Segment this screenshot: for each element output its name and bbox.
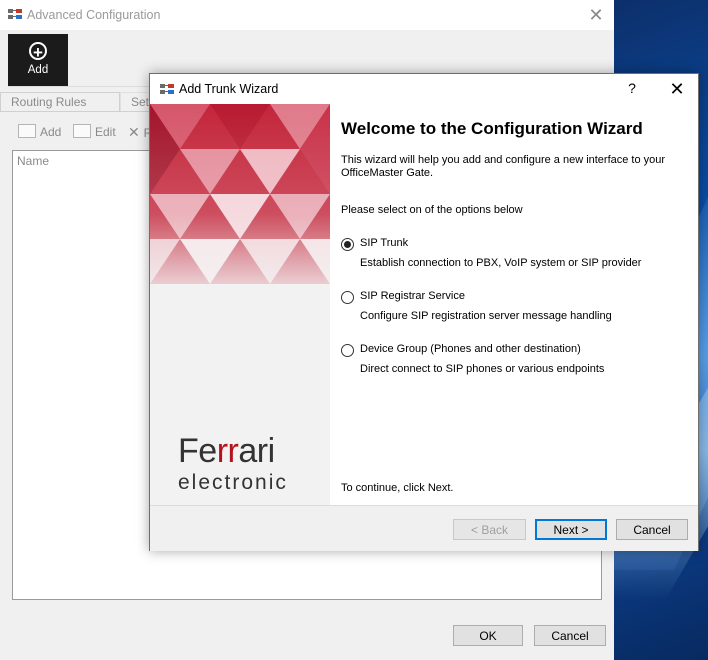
close-icon[interactable]: ✕: [586, 5, 606, 25]
ferrari-logo-subtitle: electronic: [178, 471, 288, 494]
ferrari-logo-wordmark: Ferrari: [178, 434, 275, 468]
plus-icon: +: [29, 42, 47, 61]
next-button[interactable]: Next >: [535, 519, 607, 540]
wizard-content: Welcome to the Configuration Wizard This…: [330, 104, 698, 505]
wizard-button-bar: < Back Next > Cancel: [150, 505, 698, 551]
close-icon[interactable]: ✕: [666, 78, 688, 100]
app-icon: [160, 84, 174, 94]
add-button[interactable]: + Add: [8, 34, 68, 86]
back-button[interactable]: < Back: [453, 519, 526, 540]
add-trunk-wizard-dialog: Add Trunk Wizard ? ✕ Ferrari electronic …: [149, 73, 699, 551]
radio-button[interactable]: [341, 344, 354, 357]
window-title: Advanced Configuration: [27, 8, 161, 22]
column-header-name[interactable]: Name: [12, 150, 157, 172]
ok-button[interactable]: OK: [453, 625, 523, 646]
list-add-label: Add: [40, 125, 62, 139]
option-description: Configure SIP registration server messag…: [360, 310, 612, 322]
wizard-title: Add Trunk Wizard: [179, 82, 279, 96]
wizard-side-banner: Ferrari electronic: [150, 104, 330, 505]
option-description: Direct connect to SIP phones or various …: [360, 363, 605, 375]
options-prompt: Please select on of the options below: [341, 204, 523, 216]
option-title[interactable]: SIP Trunk: [360, 237, 408, 249]
option-description: Establish connection to PBX, VoIP system…: [360, 257, 642, 269]
radio-button-selected[interactable]: [341, 238, 354, 251]
option-title[interactable]: Device Group (Phones and other destinati…: [360, 343, 581, 355]
list-edit-label: Edit: [95, 125, 116, 139]
continue-hint: To continue, click Next.: [341, 482, 454, 494]
tab-routing-rules[interactable]: Routing Rules (SIP): [0, 92, 120, 127]
app-icon: [8, 9, 22, 19]
folder-icon: [18, 124, 36, 138]
wizard-intro-text: This wizard will help you add and config…: [341, 154, 666, 179]
logo-part: Fe: [178, 432, 217, 470]
logo-part-red: rr: [216, 432, 239, 470]
add-button-label: Add: [27, 64, 49, 76]
edit-icon: [73, 124, 91, 138]
cancel-button[interactable]: Cancel: [534, 625, 606, 646]
radio-button[interactable]: [341, 291, 354, 304]
remove-icon: ✕: [128, 124, 144, 140]
help-button[interactable]: ?: [624, 80, 640, 96]
wizard-title-bar: Add Trunk Wizard ? ✕: [150, 74, 698, 104]
list-add-button[interactable]: Add: [18, 124, 61, 139]
wizard-heading: Welcome to the Configuration Wizard: [341, 119, 643, 138]
logo-part: ari: [238, 432, 275, 470]
option-title[interactable]: SIP Registrar Service: [360, 290, 465, 302]
title-bar: Advanced Configuration ✕: [0, 0, 614, 30]
list-edit-button[interactable]: Edit: [73, 124, 116, 139]
wizard-cancel-button[interactable]: Cancel: [616, 519, 688, 540]
